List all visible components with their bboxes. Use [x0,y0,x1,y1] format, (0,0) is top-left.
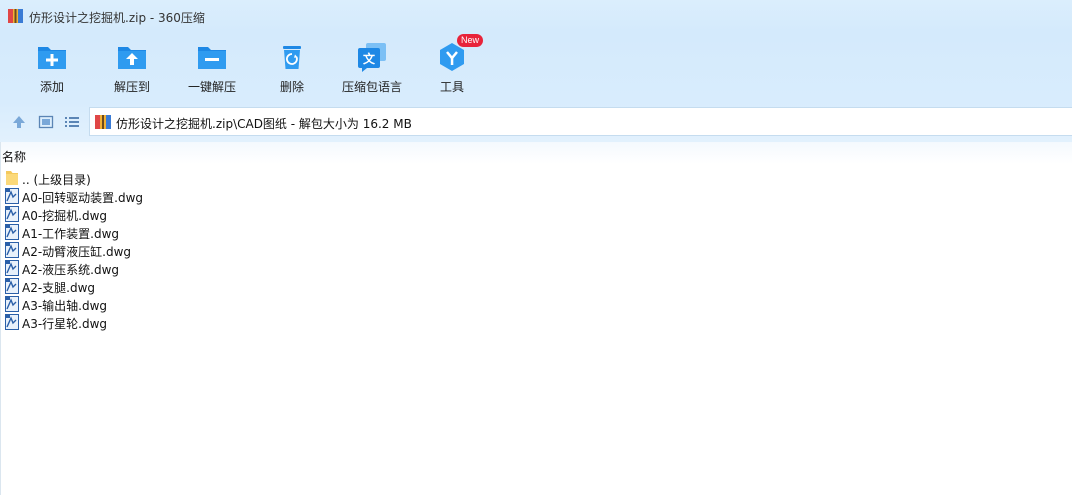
dwg-file-icon [5,188,19,204]
file-row[interactable]: A3-行星轮.dwg [1,313,301,331]
archive-icon [8,9,23,23]
extract-to-icon [118,47,146,69]
file-row[interactable]: A2-支腿.dwg [1,277,301,295]
dwg-file-icon [5,296,19,312]
file-row[interactable]: A3-输出轴.dwg [1,295,301,313]
file-list: 名称 .. (上级目录) A0-回转驱动装置.dwg A0-挖掘机.dwg A1… [0,142,1072,495]
address-path: 仿形设计之挖掘机.zip\CAD图纸 - 解包大小为 16.2 MB [116,117,412,131]
arrow-up-icon[interactable] [11,114,27,130]
dwg-file-icon [5,206,19,222]
column-name-label: 名称 [2,150,27,164]
archive-language-button[interactable]: 文 压缩包语言 [332,38,412,98]
one-click-extract-button[interactable]: 一键解压 [172,38,252,98]
window-title: 仿形设计之挖掘机.zip - 360压缩 [29,11,205,25]
file-rows: .. (上级目录) A0-回转驱动装置.dwg A0-挖掘机.dwg A1-工作… [1,169,301,331]
one-click-extract-icon [198,47,226,69]
thumbnail-view-icon[interactable] [38,114,54,130]
svg-text:文: 文 [363,51,376,66]
add-folder-icon [38,47,66,69]
file-row[interactable]: A2-动臂液压缸.dwg [1,241,301,259]
toolbar: 添加 解压到 一键解压 删除 文 压缩包语言 New 工具 [0,32,1072,102]
extract-to-button[interactable]: 解压到 [92,38,172,98]
address-bar[interactable]: 仿形设计之挖掘机.zip\CAD图纸 - 解包大小为 16.2 MB [89,107,1072,136]
dwg-file-icon [5,278,19,294]
dwg-file-icon [5,260,19,276]
list-view-icon[interactable] [64,114,80,130]
tools-button[interactable]: New 工具 [412,34,492,98]
parent-folder-row[interactable]: .. (上级目录) [1,169,301,187]
add-button[interactable]: 添加 [12,38,92,98]
file-row[interactable]: A0-挖掘机.dwg [1,205,301,223]
trash-icon [283,46,301,69]
archive-icon [95,115,111,129]
folder-icon [6,171,18,185]
file-row[interactable]: A1-工作装置.dwg [1,223,301,241]
column-header[interactable]: 名称 [1,142,1072,164]
language-icon: 文 [358,43,386,72]
navigation-bar: 仿形设计之挖掘机.zip\CAD图纸 - 解包大小为 16.2 MB [0,102,1072,142]
dwg-file-icon [5,242,19,258]
dwg-file-icon [5,314,19,330]
file-row[interactable]: A2-液压系统.dwg [1,259,301,277]
new-badge: New [457,34,483,47]
delete-button[interactable]: 删除 [252,38,332,98]
dwg-file-icon [5,224,19,240]
title-bar: 仿形设计之挖掘机.zip - 360压缩 [0,0,1072,32]
file-row[interactable]: A0-回转驱动装置.dwg [1,187,301,205]
